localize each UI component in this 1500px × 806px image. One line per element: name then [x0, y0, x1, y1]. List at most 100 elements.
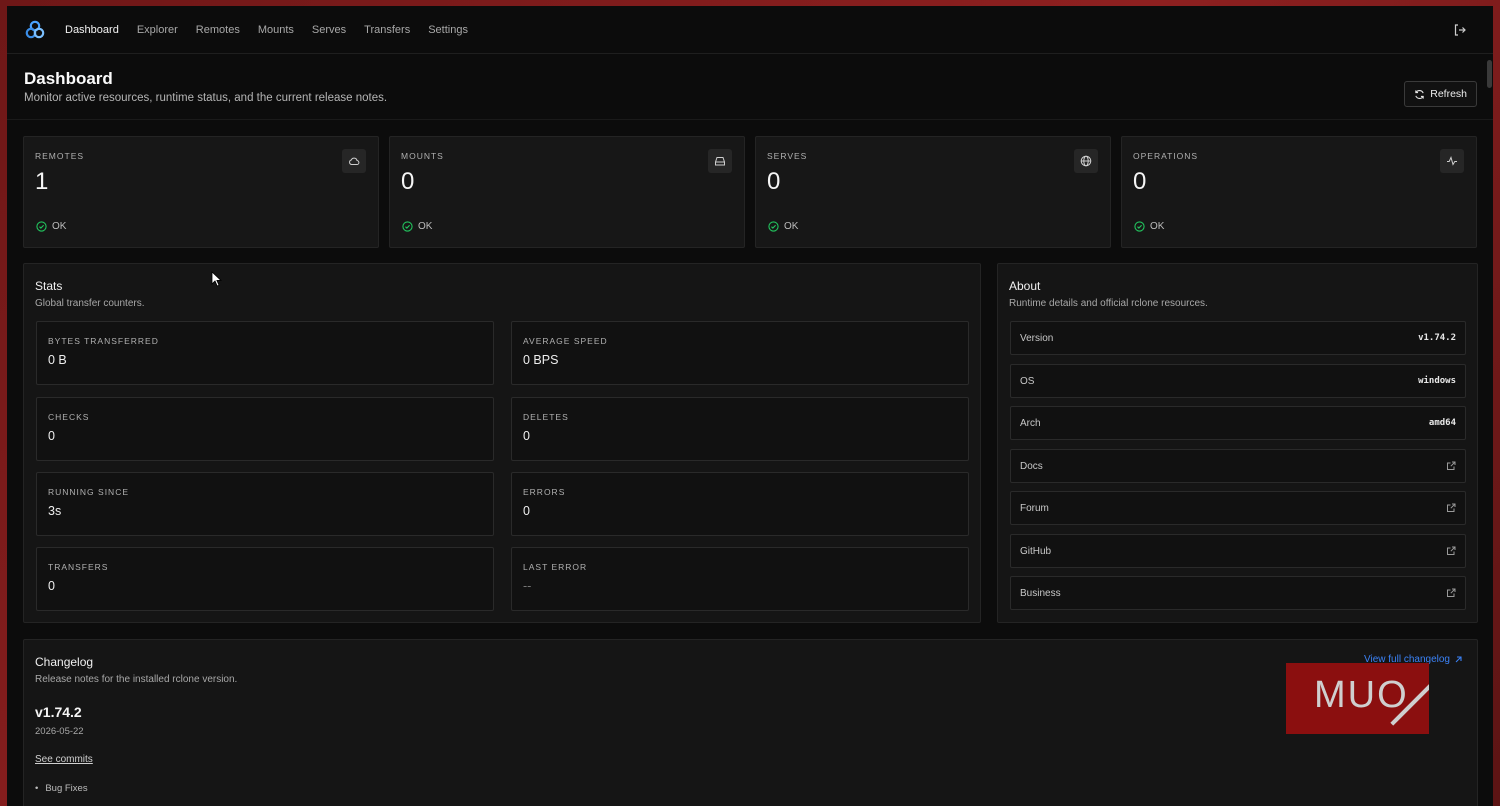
app-window: Dashboard Explorer Remotes Mounts Serves…: [7, 6, 1493, 806]
status-text: OK: [784, 221, 799, 232]
stat-transfers: TRANSFERS 0: [36, 547, 494, 611]
about-row-version: Version v1.74.2: [1010, 321, 1466, 355]
changelog-subtitle: Release notes for the installed rclone v…: [35, 674, 238, 685]
external-link-icon: [1447, 546, 1456, 555]
card-value: 0: [767, 168, 781, 195]
check-circle-icon: [36, 221, 47, 232]
arrow-up-right-icon: [1455, 656, 1462, 663]
page-subtitle: Monitor active resources, runtime status…: [24, 92, 388, 104]
status-ok: OK: [1134, 221, 1164, 232]
about-value: v1.74.2: [1418, 333, 1456, 343]
muo-watermark-logo: MUO: [1286, 663, 1429, 734]
vertical-scrollbar[interactable]: [1486, 54, 1493, 806]
status-ok: OK: [402, 221, 432, 232]
check-circle-icon: [402, 221, 413, 232]
stat-value: 0: [48, 429, 55, 443]
nav-serves[interactable]: Serves: [312, 24, 346, 36]
about-label: Business: [1020, 587, 1061, 599]
card-value: 0: [1133, 168, 1147, 195]
page-header: Dashboard Monitor active resources, runt…: [7, 54, 1493, 120]
stat-average-speed: AVERAGE SPEED 0 BPS: [511, 321, 969, 385]
stat-value: 0 B: [48, 353, 67, 367]
stat-value: 3s: [48, 504, 62, 518]
about-row-arch: Arch amd64: [1010, 406, 1466, 440]
stat-errors: ERRORS 0: [511, 472, 969, 536]
summary-cards: REMOTES 1 OK MOUNTS 0 OK SERVES 0 OK OPE…: [23, 136, 1478, 248]
about-link-business[interactable]: Business: [1010, 576, 1466, 610]
nav-dashboard[interactable]: Dashboard: [65, 24, 119, 36]
stat-running-since: RUNNING SINCE 3s: [36, 472, 494, 536]
stat-label: BYTES TRANSFERRED: [48, 336, 159, 346]
about-value: amd64: [1428, 418, 1456, 428]
card-value: 0: [401, 168, 415, 195]
about-label: Version: [1020, 332, 1054, 344]
card-label: SERVES: [767, 151, 808, 161]
globe-icon: [1074, 149, 1098, 173]
changelog-date: 2026-05-22: [35, 726, 84, 737]
nav-mounts[interactable]: Mounts: [258, 24, 294, 36]
stat-value: 0: [523, 429, 530, 443]
about-label: GitHub: [1020, 545, 1052, 557]
refresh-icon: [1415, 89, 1424, 99]
changelog-version: v1.74.2: [35, 704, 82, 720]
changelog-panel: Changelog Release notes for the installe…: [23, 639, 1478, 806]
stat-label: ERRORS: [523, 487, 566, 497]
activity-icon: [1440, 149, 1464, 173]
about-link-github[interactable]: GitHub: [1010, 534, 1466, 568]
nav-explorer[interactable]: Explorer: [137, 24, 178, 36]
nav-transfers[interactable]: Transfers: [364, 24, 410, 36]
about-label: Forum: [1020, 502, 1049, 514]
refresh-button[interactable]: Refresh: [1404, 81, 1477, 107]
external-link-icon: [1447, 503, 1456, 512]
rclone-logo-icon[interactable]: [25, 20, 45, 40]
about-row-os: OS windows: [1010, 364, 1466, 398]
card-operations[interactable]: OPERATIONS 0 OK: [1121, 136, 1477, 248]
check-circle-icon: [768, 221, 779, 232]
stats-title: Stats: [35, 279, 63, 293]
card-label: REMOTES: [35, 151, 85, 161]
stats-panel: Stats Global transfer counters. BYTES TR…: [23, 263, 981, 623]
card-label: OPERATIONS: [1133, 151, 1199, 161]
stat-deletes: DELETES 0: [511, 397, 969, 461]
check-circle-icon: [1134, 221, 1145, 232]
stat-last-error: LAST ERROR --: [511, 547, 969, 611]
stats-subtitle: Global transfer counters.: [35, 298, 145, 309]
refresh-label: Refresh: [1430, 88, 1467, 100]
card-serves[interactable]: SERVES 0 OK: [755, 136, 1111, 248]
watermark-text: MUO: [1314, 674, 1409, 716]
stat-value: --: [523, 579, 532, 593]
drive-icon: [708, 149, 732, 173]
stat-label: CHECKS: [48, 412, 90, 422]
external-link-icon: [1447, 588, 1456, 597]
status-text: OK: [1150, 221, 1165, 232]
about-label: Arch: [1020, 417, 1041, 429]
about-value: windows: [1418, 376, 1456, 386]
see-commits-link[interactable]: See commits: [35, 754, 93, 765]
card-remotes[interactable]: REMOTES 1 OK: [23, 136, 379, 248]
about-label: Docs: [1020, 460, 1043, 472]
changelog-bullet: Bug Fixes: [35, 783, 87, 794]
about-subtitle: Runtime details and official rclone reso…: [1009, 298, 1208, 309]
stat-label: LAST ERROR: [523, 562, 588, 572]
stat-label: TRANSFERS: [48, 562, 109, 572]
nav-remotes[interactable]: Remotes: [196, 24, 240, 36]
stat-value: 0: [48, 579, 55, 593]
card-value: 1: [35, 168, 49, 195]
status-text: OK: [418, 221, 433, 232]
changelog-title: Changelog: [35, 655, 94, 669]
card-mounts[interactable]: MOUNTS 0 OK: [389, 136, 745, 248]
external-link-icon: [1447, 461, 1456, 470]
mouse-cursor-icon: [211, 271, 223, 287]
stat-label: DELETES: [523, 412, 569, 422]
status-ok: OK: [36, 221, 66, 232]
about-title: About: [1009, 279, 1041, 293]
about-label: OS: [1020, 375, 1035, 387]
about-link-forum[interactable]: Forum: [1010, 491, 1466, 525]
stat-value: 0 BPS: [523, 353, 559, 367]
logout-icon[interactable]: [1453, 23, 1467, 37]
nav-settings[interactable]: Settings: [428, 24, 468, 36]
about-link-docs[interactable]: Docs: [1010, 449, 1466, 483]
stat-label: AVERAGE SPEED: [523, 336, 608, 346]
stat-bytes-transferred: BYTES TRANSFERRED 0 B: [36, 321, 494, 385]
status-ok: OK: [768, 221, 798, 232]
